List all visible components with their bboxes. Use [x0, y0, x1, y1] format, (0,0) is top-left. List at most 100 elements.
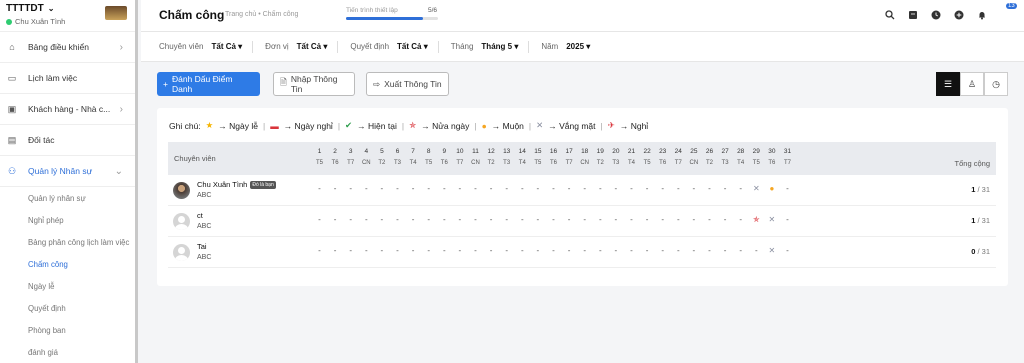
- half-day-star-icon[interactable]: ✯: [749, 215, 764, 224]
- sidebar-subitem[interactable]: Ngày lễ: [0, 275, 135, 297]
- day-cell-empty[interactable]: -: [374, 246, 389, 255]
- day-cell-empty[interactable]: -: [671, 215, 686, 224]
- day-cell-empty[interactable]: -: [780, 246, 795, 255]
- day-cell-empty[interactable]: -: [718, 246, 733, 255]
- day-cell-empty[interactable]: -: [702, 215, 717, 224]
- filter-value-dropdown[interactable]: 2025 ▾: [566, 42, 590, 51]
- setup-progress[interactable]: Tiến trình thiết lập 5/6: [346, 7, 446, 20]
- day-cell-empty[interactable]: -: [530, 246, 545, 255]
- day-cell-empty[interactable]: -: [468, 215, 483, 224]
- user-view-icon[interactable]: ♙: [960, 72, 984, 96]
- add-icon[interactable]: [953, 9, 965, 21]
- sidebar-subitem[interactable]: Phòng ban: [0, 319, 135, 341]
- employee-name[interactable]: Tai: [197, 242, 207, 251]
- export-button[interactable]: ⇨ Xuất Thông Tin: [366, 72, 449, 96]
- day-cell-empty[interactable]: -: [421, 184, 436, 193]
- day-cell-empty[interactable]: -: [421, 246, 436, 255]
- day-cell-empty[interactable]: -: [328, 246, 343, 255]
- day-cell-empty[interactable]: -: [702, 246, 717, 255]
- day-cell-empty[interactable]: -: [624, 184, 639, 193]
- day-cell-empty[interactable]: -: [546, 215, 561, 224]
- sidebar-subitem[interactable]: Bảng phân công lịch làm việc: [0, 231, 135, 253]
- sidebar-item[interactable]: ▣ Khách hàng - Nhà c... ›: [0, 94, 135, 125]
- day-cell-empty[interactable]: -: [780, 184, 795, 193]
- filter-0[interactable]: Chuyên viên Tất Cả ▾: [159, 40, 254, 53]
- day-cell-empty[interactable]: -: [499, 184, 514, 193]
- day-cell-empty[interactable]: -: [780, 215, 795, 224]
- day-cell-empty[interactable]: -: [608, 215, 623, 224]
- day-cell-empty[interactable]: -: [437, 184, 452, 193]
- day-cell-empty[interactable]: -: [655, 215, 670, 224]
- day-cell-empty[interactable]: -: [406, 246, 421, 255]
- day-cell-empty[interactable]: -: [359, 215, 374, 224]
- absent-x-icon[interactable]: ✕: [764, 215, 779, 224]
- day-cell-empty[interactable]: -: [343, 246, 358, 255]
- day-cell-empty[interactable]: -: [343, 184, 358, 193]
- sidebar-item[interactable]: ▭ Lịch làm việc: [0, 63, 135, 94]
- search-icon[interactable]: [884, 9, 896, 21]
- filter-4[interactable]: Năm 2025 ▾: [541, 42, 590, 51]
- filter-value-dropdown[interactable]: Tất Cả ▾: [397, 42, 428, 51]
- day-cell-empty[interactable]: -: [328, 184, 343, 193]
- day-cell-empty[interactable]: -: [359, 184, 374, 193]
- day-cell-empty[interactable]: -: [374, 184, 389, 193]
- sidebar-item[interactable]: ▤ Đối tác: [0, 125, 135, 156]
- note-icon[interactable]: [907, 9, 919, 21]
- day-cell-empty[interactable]: -: [530, 184, 545, 193]
- day-cell-empty[interactable]: -: [515, 246, 530, 255]
- day-cell-empty[interactable]: -: [733, 215, 748, 224]
- day-cell-empty[interactable]: -: [702, 184, 717, 193]
- day-cell-empty[interactable]: -: [686, 215, 701, 224]
- sidebar-item[interactable]: ⌂ Bảng điều khiển ›: [0, 32, 135, 63]
- day-cell-empty[interactable]: -: [484, 215, 499, 224]
- day-cell-empty[interactable]: -: [312, 215, 327, 224]
- day-cell-empty[interactable]: -: [452, 184, 467, 193]
- day-cell-empty[interactable]: -: [515, 215, 530, 224]
- day-cell-empty[interactable]: -: [328, 215, 343, 224]
- employee-name[interactable]: ct: [197, 211, 203, 220]
- day-cell-empty[interactable]: -: [499, 246, 514, 255]
- day-cell-empty[interactable]: -: [484, 184, 499, 193]
- filter-1[interactable]: Đơn vị Tất Cả ▾: [265, 40, 339, 53]
- day-cell-empty[interactable]: -: [406, 184, 421, 193]
- day-cell-empty[interactable]: -: [546, 184, 561, 193]
- day-cell-empty[interactable]: -: [686, 246, 701, 255]
- day-cell-empty[interactable]: -: [452, 246, 467, 255]
- day-cell-empty[interactable]: -: [562, 184, 577, 193]
- day-cell-empty[interactable]: -: [577, 215, 592, 224]
- day-cell-empty[interactable]: -: [686, 184, 701, 193]
- day-cell-empty[interactable]: -: [437, 215, 452, 224]
- day-cell-empty[interactable]: -: [374, 215, 389, 224]
- clock-icon[interactable]: [930, 9, 942, 21]
- day-cell-empty[interactable]: -: [671, 184, 686, 193]
- day-cell-empty[interactable]: -: [390, 215, 405, 224]
- day-cell-empty[interactable]: -: [577, 184, 592, 193]
- brand-header[interactable]: TTTTDT ⌄ Chu Xuân Tình: [0, 0, 135, 32]
- chevron-down-icon[interactable]: ⌄: [48, 4, 55, 13]
- day-cell-empty[interactable]: -: [593, 246, 608, 255]
- day-cell-empty[interactable]: -: [718, 215, 733, 224]
- day-cell-empty[interactable]: -: [655, 246, 670, 255]
- day-cell-empty[interactable]: -: [733, 184, 748, 193]
- sidebar-subitem[interactable]: Quản lý nhân sự: [0, 187, 135, 209]
- day-cell-empty[interactable]: -: [624, 215, 639, 224]
- day-cell-empty[interactable]: -: [468, 184, 483, 193]
- day-cell-empty[interactable]: -: [468, 246, 483, 255]
- filter-3[interactable]: Tháng Tháng 5 ▾: [451, 40, 530, 53]
- sidebar-item[interactable]: ⚇ Quản lý Nhân sự ⌄: [0, 156, 135, 187]
- absent-x-icon[interactable]: ✕: [749, 184, 764, 193]
- day-cell-empty[interactable]: -: [608, 246, 623, 255]
- day-cell-empty[interactable]: -: [593, 184, 608, 193]
- day-cell-empty[interactable]: -: [608, 184, 623, 193]
- day-cell-empty[interactable]: -: [390, 246, 405, 255]
- day-cell-empty[interactable]: -: [359, 246, 374, 255]
- sidebar-subitem[interactable]: đánh giá: [0, 341, 135, 363]
- sidebar-subitem[interactable]: Chấm công: [0, 253, 135, 275]
- day-cell-empty[interactable]: -: [343, 215, 358, 224]
- list-view-icon[interactable]: ☰: [936, 72, 960, 96]
- day-cell-empty[interactable]: -: [624, 246, 639, 255]
- day-cell-empty[interactable]: -: [749, 246, 764, 255]
- day-cell-empty[interactable]: -: [562, 246, 577, 255]
- day-cell-empty[interactable]: -: [733, 246, 748, 255]
- day-cell-empty[interactable]: -: [515, 184, 530, 193]
